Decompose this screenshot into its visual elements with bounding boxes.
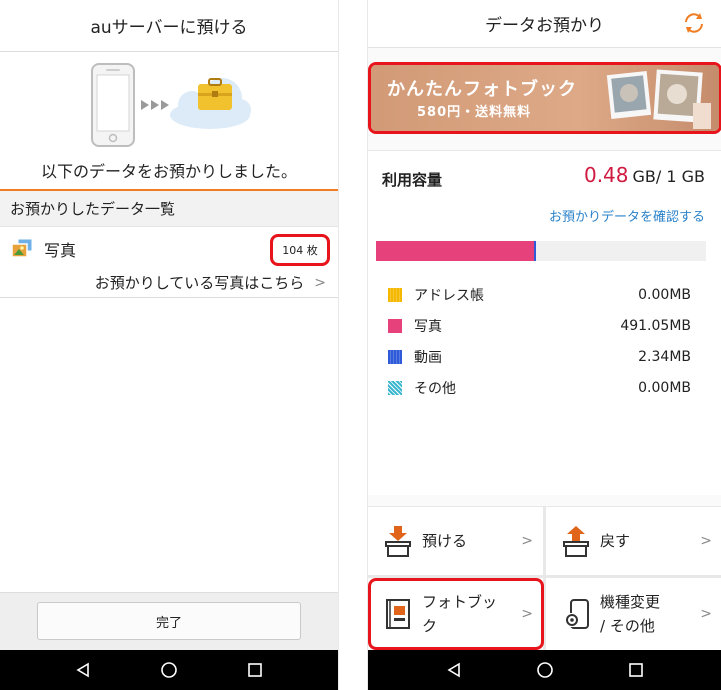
back-button[interactable]: [72, 659, 94, 681]
legend-size: 2.34MB: [638, 348, 691, 365]
device-change-label: 機種変更 / その他: [600, 590, 660, 638]
page-title: auサーバーに預ける: [0, 0, 338, 52]
usage-value: 0.48 GB/ 1 GB: [584, 163, 705, 187]
device-change-label-line2: / その他: [600, 617, 655, 635]
usage-legend: アドレス帳 0.00MB 写真 491.05MB 動画 2.34MB その他 0.00MB: [388, 279, 691, 403]
screen-gap: [339, 0, 367, 690]
home-button[interactable]: [158, 659, 180, 681]
legend-item: 動画 2.34MB: [388, 341, 691, 372]
photo-count-badge: 104 枚: [270, 234, 330, 266]
cat-photos-icon: [606, 69, 711, 129]
home-icon: [161, 662, 177, 678]
completion-message: 以下のデータをお預かりしました。: [40, 162, 297, 181]
legend-size: 491.05MB: [620, 317, 691, 334]
photobook-icon: [386, 599, 410, 629]
view-photos-label: お預かりしている写真はこちら: [94, 274, 305, 292]
banner-title: かんたんフォトブック: [387, 79, 577, 100]
legend-item: その他 0.00MB: [388, 372, 691, 403]
legend-item: アドレス帳 0.00MB: [388, 279, 691, 310]
legend-name: 写真: [414, 318, 442, 335]
photo-label: 写真: [44, 241, 77, 260]
restore-icon: [563, 526, 589, 557]
photo-row: 写真 104 枚: [0, 228, 338, 270]
chevron-right-icon: >: [521, 533, 533, 549]
recents-icon: [628, 663, 643, 677]
done-button[interactable]: 完了: [37, 602, 301, 640]
usage-used: 0.48: [583, 163, 629, 187]
page-title: データお預かり: [368, 0, 721, 48]
legend-swatch: [388, 318, 402, 333]
usage-progress-video: [534, 241, 537, 261]
photobook-button[interactable]: フォトブック >: [368, 578, 543, 650]
usage-total: GB/ 1 GB: [632, 167, 706, 186]
legend-name: その他: [414, 380, 456, 397]
left-screen: auサーバーに預ける 以下のデータをお預かりしました。 お預かりしたデータ一覧 …: [0, 0, 339, 690]
usage-progress-bar: [376, 241, 706, 261]
photobook-banner[interactable]: かんたんフォトブック 580円・送料無料: [368, 62, 721, 134]
legend-item: 写真 491.05MB: [388, 310, 691, 341]
legend-name: 動画: [414, 349, 442, 366]
restore-button[interactable]: 戻す >: [546, 507, 721, 575]
confirm-data-link[interactable]: お預かりデータを確認する: [549, 206, 705, 225]
back-icon: [446, 662, 460, 678]
system-nav-bar: [368, 650, 721, 690]
phone-gear-icon: [566, 599, 589, 629]
legend-size: 0.00MB: [638, 379, 691, 396]
deposit-button[interactable]: 預ける >: [368, 507, 543, 575]
home-button[interactable]: [534, 659, 556, 681]
photobook-label-line2: ク: [422, 617, 438, 635]
photos-icon: [11, 238, 33, 258]
recents-button[interactable]: [625, 659, 647, 681]
home-icon: [536, 662, 553, 678]
section-header: お預かりしたデータ一覧: [0, 191, 338, 227]
recents-button[interactable]: [244, 659, 266, 681]
chevron-right-icon: >: [314, 274, 326, 291]
photobook-label-line1: フォトブッ: [422, 593, 498, 611]
recents-icon: [248, 663, 262, 677]
refresh-button[interactable]: [681, 10, 707, 36]
back-icon: [76, 662, 89, 678]
legend-name: アドレス帳: [414, 287, 484, 304]
device-change-button[interactable]: 機種変更 / その他 >: [546, 578, 721, 650]
cloud-briefcase-icon: [170, 78, 251, 129]
legend-swatch: [388, 287, 402, 302]
device-change-label-line1: 機種変更: [600, 593, 661, 611]
chevron-right-icon: >: [521, 606, 533, 622]
action-grid: 預ける > 戻す > フォトブック > 機種変更 / その他 >: [368, 506, 721, 650]
refresh-icon: [685, 13, 703, 33]
banner-subtitle: 580円・送料無料: [417, 105, 532, 120]
legend-swatch: [388, 349, 402, 364]
right-screen: データお預かり かんたんフォトブック 580円・送料無料 利用容量 0.48 G…: [367, 0, 721, 690]
system-nav-bar: [0, 650, 338, 690]
upload-illustration: [0, 60, 338, 150]
back-button[interactable]: [443, 659, 465, 681]
view-photos-link[interactable]: お預かりしている写真はこちら >: [0, 268, 338, 298]
chevron-right-icon: >: [700, 533, 712, 549]
deposit-icon: [385, 526, 411, 557]
arrows-icon: [141, 100, 169, 110]
usage-panel: 利用容量 0.48 GB/ 1 GB お預かりデータを確認する アドレス帳 0.0…: [368, 150, 721, 495]
usage-progress-fill: [376, 241, 535, 261]
deposit-label: 預ける: [422, 532, 468, 550]
restore-label: 戻す: [600, 532, 631, 550]
legend-size: 0.00MB: [638, 286, 691, 303]
photobook-label: フォトブック: [422, 590, 497, 638]
smartphone-icon: [91, 63, 135, 147]
usage-label: 利用容量: [382, 171, 443, 189]
legend-swatch: [388, 380, 402, 395]
chevron-right-icon: >: [700, 606, 712, 622]
